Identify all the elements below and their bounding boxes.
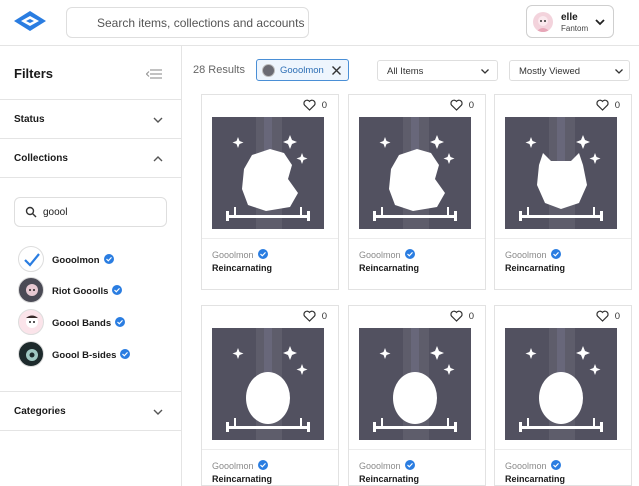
item-card[interactable]: 0 Gooolmon Reincarnating bbox=[201, 305, 339, 486]
verified-icon bbox=[404, 249, 415, 259]
account-name: elle bbox=[561, 12, 578, 23]
items-type-value: All Items bbox=[387, 66, 424, 77]
collection-item-riot-gooolls[interactable]: Riot Gooolls bbox=[18, 277, 178, 303]
card-collection-name: Gooolmon bbox=[212, 461, 254, 471]
verified-icon bbox=[257, 249, 268, 259]
collection-search-value: goool bbox=[43, 207, 68, 218]
filters-sidebar: Filters Status Collections goool Gooolmo… bbox=[0, 46, 182, 486]
heart-icon[interactable] bbox=[450, 99, 463, 111]
top-header: Search items, collections and accounts e… bbox=[0, 0, 639, 46]
categories-section[interactable]: Categories bbox=[0, 391, 181, 431]
chevron-down-icon bbox=[153, 409, 163, 415]
item-card[interactable]: 0 Gooolmon Reincarnating bbox=[494, 94, 632, 290]
card-divider bbox=[202, 449, 338, 450]
status-label: Status bbox=[14, 114, 45, 125]
card-collection-name: Gooolmon bbox=[359, 250, 401, 260]
verified-icon bbox=[404, 460, 415, 470]
check-icon bbox=[18, 246, 44, 272]
card-collection-name: Gooolmon bbox=[505, 250, 547, 260]
global-search-input[interactable]: Search items, collections and accounts bbox=[66, 7, 309, 38]
chevron-down-icon bbox=[595, 19, 605, 26]
like-count: 0 bbox=[614, 311, 620, 322]
item-artwork[interactable] bbox=[505, 328, 617, 440]
heart-icon[interactable] bbox=[450, 310, 463, 322]
search-icon bbox=[25, 206, 37, 218]
like-count: 0 bbox=[468, 311, 474, 322]
collections-label: Collections bbox=[14, 153, 68, 164]
collection-name: Goool Bands bbox=[52, 318, 112, 329]
collection-item-gooolmon[interactable]: Gooolmon bbox=[18, 246, 178, 272]
avatar bbox=[18, 341, 44, 367]
like-count: 0 bbox=[321, 311, 327, 322]
like-count: 0 bbox=[321, 100, 327, 111]
verified-icon bbox=[112, 285, 123, 295]
card-title: Reincarnating bbox=[212, 263, 273, 273]
card-title: Reincarnating bbox=[505, 474, 566, 484]
card-collection-name: Gooolmon bbox=[359, 461, 401, 471]
item-card[interactable]: 0 Gooolmon Reincarnating bbox=[348, 94, 486, 290]
active-filter-chip: Gooolmon bbox=[256, 59, 349, 81]
items-type-dropdown[interactable]: All Items bbox=[377, 60, 498, 81]
verified-icon bbox=[550, 249, 561, 259]
results-count: 28 Results bbox=[193, 64, 245, 76]
collections-section[interactable]: Collections bbox=[0, 138, 181, 178]
card-collection-name: Gooolmon bbox=[212, 250, 254, 260]
filters-title: Filters bbox=[14, 66, 54, 81]
card-title: Reincarnating bbox=[505, 263, 566, 273]
status-section[interactable]: Status bbox=[0, 99, 181, 139]
item-artwork[interactable] bbox=[505, 117, 617, 229]
collection-name: Goool B-sides bbox=[52, 350, 117, 361]
card-divider bbox=[349, 449, 485, 450]
item-artwork[interactable] bbox=[359, 117, 471, 229]
card-divider bbox=[202, 238, 338, 239]
heart-icon[interactable] bbox=[303, 310, 316, 322]
avatar bbox=[262, 64, 275, 77]
item-card[interactable]: 0 Gooolmon Reincarnating bbox=[494, 305, 632, 486]
chevron-down-icon bbox=[615, 69, 623, 74]
heart-icon[interactable] bbox=[596, 310, 609, 322]
verified-icon bbox=[257, 460, 268, 470]
verified-icon bbox=[550, 460, 561, 470]
like-count: 0 bbox=[614, 100, 620, 111]
collection-name: Riot Gooolls bbox=[52, 286, 109, 297]
sort-dropdown[interactable]: Mostly Viewed bbox=[509, 60, 630, 81]
heart-icon[interactable] bbox=[596, 99, 609, 111]
card-divider bbox=[495, 449, 631, 450]
account-menu[interactable]: elle Fantom bbox=[526, 5, 614, 38]
like-count: 0 bbox=[468, 100, 474, 111]
verified-icon bbox=[115, 317, 126, 327]
heart-icon[interactable] bbox=[303, 99, 316, 111]
avatar bbox=[18, 277, 44, 303]
avatar bbox=[533, 12, 553, 32]
card-collection-name: Gooolmon bbox=[505, 461, 547, 471]
chevron-down-icon bbox=[481, 69, 489, 74]
item-card[interactable]: 0 Gooolmon Reincarnating bbox=[348, 305, 486, 486]
card-divider bbox=[349, 238, 485, 239]
collection-name: Gooolmon bbox=[52, 255, 100, 266]
card-title: Reincarnating bbox=[212, 474, 273, 484]
card-title: Reincarnating bbox=[359, 474, 420, 484]
avatar bbox=[18, 309, 44, 335]
active-filter-label: Gooolmon bbox=[280, 65, 324, 76]
item-artwork[interactable] bbox=[212, 328, 324, 440]
card-title: Reincarnating bbox=[359, 263, 420, 273]
logo-icon[interactable] bbox=[12, 9, 48, 37]
collection-item-goool-b-sides[interactable]: Goool B-sides bbox=[18, 341, 178, 367]
sort-value: Mostly Viewed bbox=[519, 66, 581, 77]
categories-label: Categories bbox=[14, 406, 66, 417]
chevron-up-icon bbox=[153, 156, 163, 162]
collection-item-goool-bands[interactable]: Goool Bands bbox=[18, 309, 178, 335]
chevron-down-icon bbox=[153, 117, 163, 123]
collapse-filters-icon[interactable] bbox=[146, 68, 162, 80]
verified-icon bbox=[120, 349, 131, 359]
account-network: Fantom bbox=[561, 24, 589, 33]
verified-icon bbox=[103, 254, 114, 264]
item-card[interactable]: 0 Gooolmon Reincarnating bbox=[201, 94, 339, 290]
card-divider bbox=[495, 238, 631, 239]
item-artwork[interactable] bbox=[359, 328, 471, 440]
close-icon[interactable] bbox=[331, 65, 342, 76]
item-artwork[interactable] bbox=[212, 117, 324, 229]
collection-search-input[interactable]: goool bbox=[14, 197, 167, 227]
